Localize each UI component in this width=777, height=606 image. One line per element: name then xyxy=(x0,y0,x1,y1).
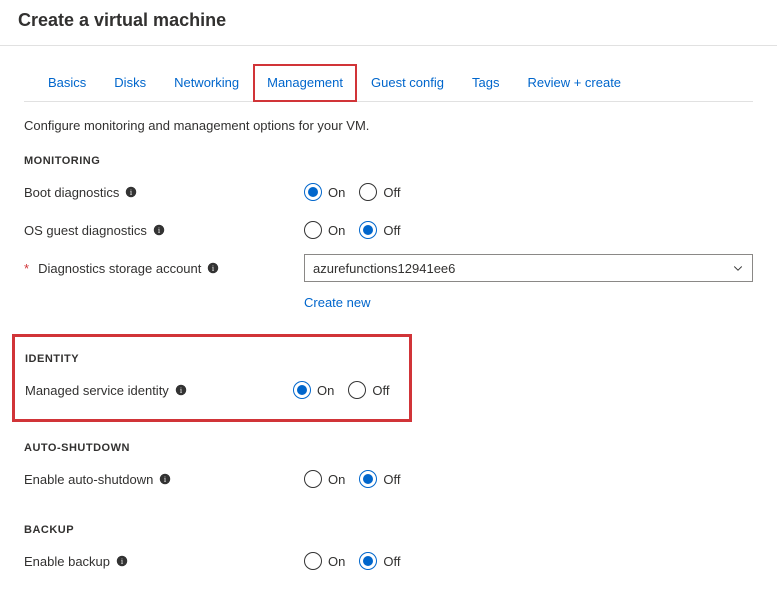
enable-auto-shutdown-off[interactable]: Off xyxy=(359,470,400,488)
radio-label: On xyxy=(328,472,345,487)
label-os-guest-diagnostics: OS guest diagnostics xyxy=(24,223,147,238)
identity-group-highlight: IDENTITY Managed service identity i On O… xyxy=(12,334,412,422)
intro-text: Configure monitoring and management opti… xyxy=(24,118,753,133)
tab-networking[interactable]: Networking xyxy=(160,64,253,101)
diagnostics-storage-account-select[interactable]: azurefunctions12941ee6 xyxy=(304,254,753,282)
radio-label: Off xyxy=(383,223,400,238)
row-diagnostics-storage-account: * Diagnostics storage account i azurefun… xyxy=(24,253,753,283)
info-icon[interactable]: i xyxy=(175,384,187,396)
boot-diagnostics-on[interactable]: On xyxy=(304,183,345,201)
boot-diagnostics-off[interactable]: Off xyxy=(359,183,400,201)
section-heading-backup: BACKUP xyxy=(24,524,753,536)
os-guest-diagnostics-off[interactable]: Off xyxy=(359,221,400,239)
select-value: azurefunctions12941ee6 xyxy=(313,261,455,276)
info-icon[interactable]: i xyxy=(207,262,219,274)
content-area: Basics Disks Networking Management Guest… xyxy=(0,64,777,606)
radio-label: Off xyxy=(383,185,400,200)
radio-label: Off xyxy=(372,383,389,398)
os-guest-diagnostics-on[interactable]: On xyxy=(304,221,345,239)
info-icon[interactable]: i xyxy=(153,224,165,236)
info-icon[interactable]: i xyxy=(116,555,128,567)
label-boot-diagnostics: Boot diagnostics xyxy=(24,185,119,200)
row-boot-diagnostics: Boot diagnostics i On Off xyxy=(24,177,753,207)
section-heading-identity: IDENTITY xyxy=(25,353,399,365)
label-managed-service-identity: Managed service identity xyxy=(25,383,169,398)
row-os-guest-diagnostics: OS guest diagnostics i On Off xyxy=(24,215,753,245)
enable-backup-off[interactable]: Off xyxy=(359,552,400,570)
row-enable-auto-shutdown: Enable auto-shutdown i On Off xyxy=(24,464,753,494)
page-title: Create a virtual machine xyxy=(0,0,777,46)
row-enable-backup: Enable backup i On Off xyxy=(24,546,753,576)
tab-basics[interactable]: Basics xyxy=(34,64,100,101)
required-asterisk: * xyxy=(24,261,29,276)
section-heading-auto-shutdown: AUTO-SHUTDOWN xyxy=(24,442,753,454)
tab-review-create[interactable]: Review + create xyxy=(513,64,635,101)
radio-label: On xyxy=(328,223,345,238)
create-new-link[interactable]: Create new xyxy=(304,295,370,310)
tab-guest-config[interactable]: Guest config xyxy=(357,64,458,101)
tab-tags[interactable]: Tags xyxy=(458,64,513,101)
tabs-bar: Basics Disks Networking Management Guest… xyxy=(24,64,753,102)
managed-service-identity-on[interactable]: On xyxy=(293,381,334,399)
radio-label: On xyxy=(328,554,345,569)
info-icon[interactable]: i xyxy=(125,186,137,198)
label-enable-backup: Enable backup xyxy=(24,554,110,569)
radio-label: On xyxy=(328,185,345,200)
chevron-down-icon xyxy=(732,262,744,274)
managed-service-identity-off[interactable]: Off xyxy=(348,381,389,399)
radio-label: On xyxy=(317,383,334,398)
enable-backup-on[interactable]: On xyxy=(304,552,345,570)
tab-management[interactable]: Management xyxy=(253,64,357,102)
radio-label: Off xyxy=(383,472,400,487)
section-heading-monitoring: MONITORING xyxy=(24,155,753,167)
radio-label: Off xyxy=(383,554,400,569)
info-icon[interactable]: i xyxy=(159,473,171,485)
row-managed-service-identity: Managed service identity i On Off xyxy=(25,375,399,405)
label-enable-auto-shutdown: Enable auto-shutdown xyxy=(24,472,153,487)
tab-disks[interactable]: Disks xyxy=(100,64,160,101)
enable-auto-shutdown-on[interactable]: On xyxy=(304,470,345,488)
label-diagnostics-storage-account: Diagnostics storage account xyxy=(38,261,201,276)
